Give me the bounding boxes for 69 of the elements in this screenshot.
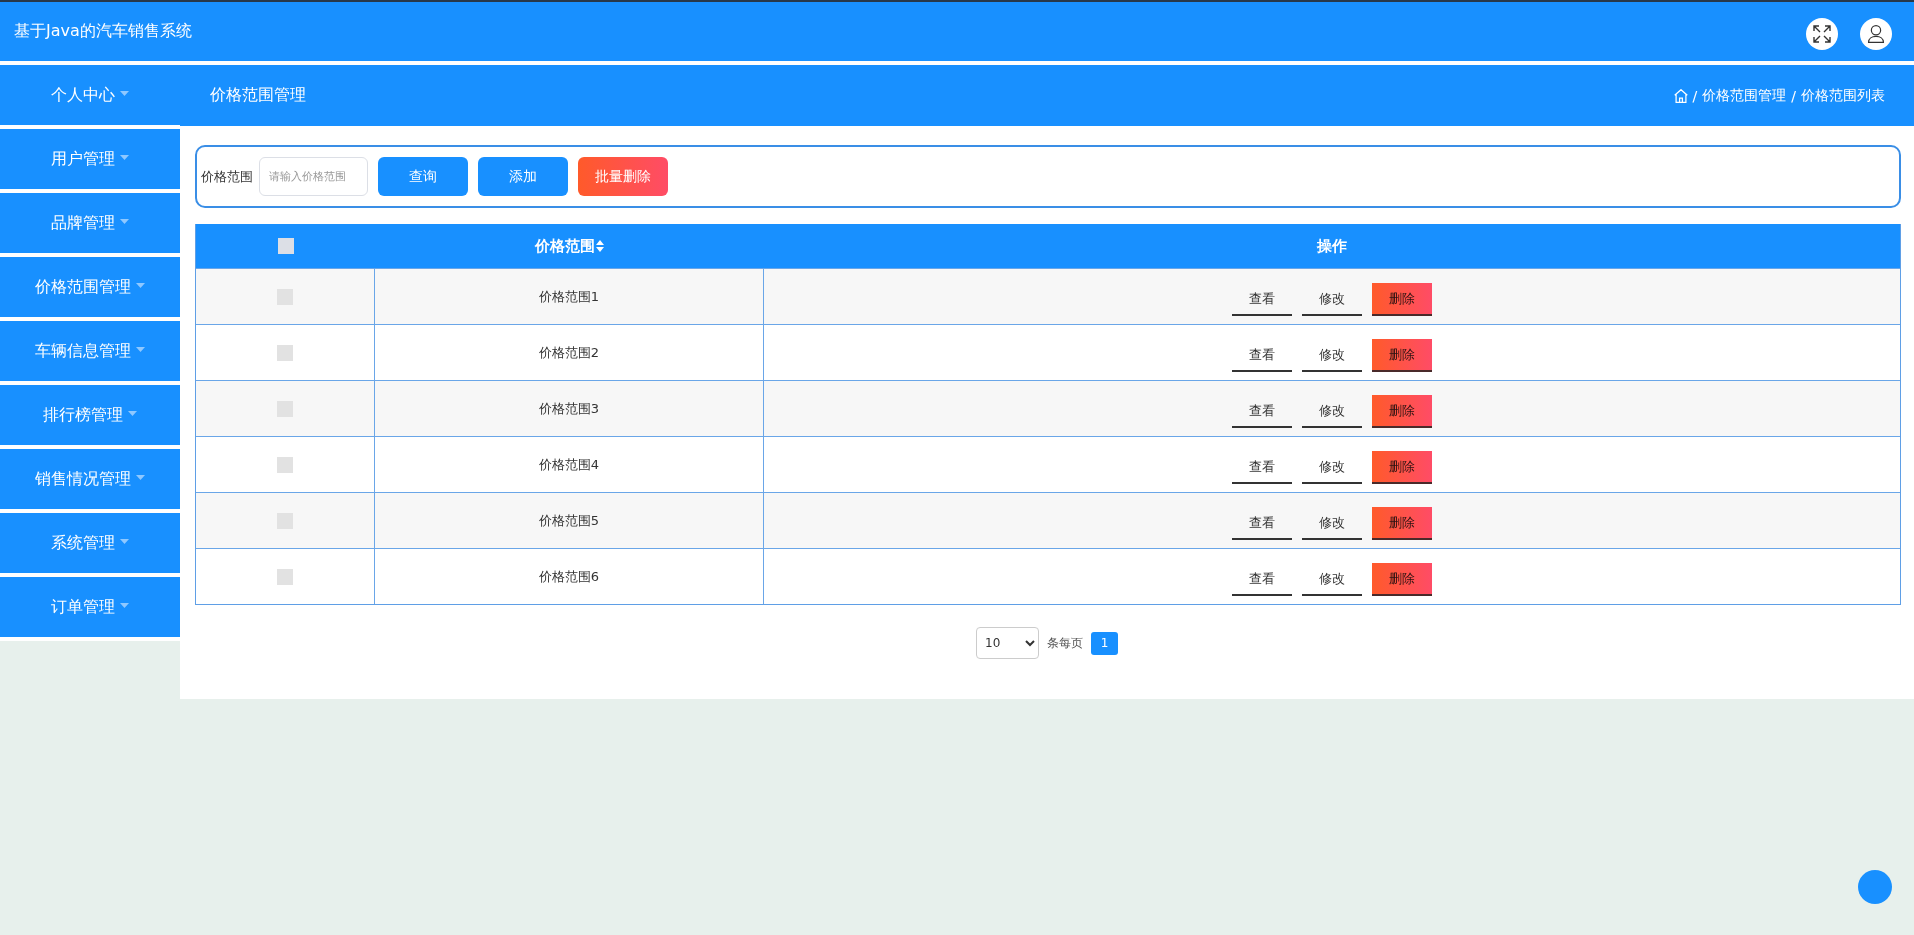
caret-icon: [136, 346, 145, 352]
caret-icon: [120, 154, 129, 160]
delete-button[interactable]: 删除: [1372, 451, 1432, 484]
delete-button[interactable]: 删除: [1372, 395, 1432, 428]
action-button[interactable]: 添加: [478, 157, 568, 196]
sort-icon[interactable]: [596, 240, 604, 252]
breadcrumb-separator: /: [1791, 87, 1796, 104]
caret-icon: [120, 602, 129, 608]
action-button[interactable]: 修改: [1302, 395, 1362, 428]
action-button[interactable]: 查看: [1232, 283, 1292, 316]
action-button[interactable]: 查看: [1232, 563, 1292, 596]
sidebar-item[interactable]: 排行榜管理: [0, 385, 180, 449]
app-title: 基于Java的汽车销售系统: [14, 21, 192, 42]
table-cell: 价格范围2: [538, 343, 600, 362]
sidebar-item[interactable]: 订单管理: [0, 577, 180, 641]
caret-icon: [128, 410, 137, 416]
checkbox[interactable]: [277, 238, 294, 254]
action-button[interactable]: 查看: [1232, 507, 1292, 540]
action-button[interactable]: 修改: [1302, 451, 1362, 484]
sidebar-item[interactable]: 个人中心: [0, 65, 180, 129]
page-title: 价格范围管理: [210, 85, 306, 106]
sidebar-item[interactable]: 车辆信息管理: [0, 321, 180, 385]
page-size-select[interactable]: 10: [976, 627, 1039, 659]
table-cell: 价格范围5: [538, 511, 600, 530]
sidebar-item[interactable]: 品牌管理: [0, 193, 180, 257]
page-size-label: 条每页: [1047, 634, 1083, 652]
expand-icon: [1813, 24, 1831, 43]
search-label: 价格范围: [201, 167, 253, 186]
floating-button[interactable]: [1858, 870, 1892, 904]
action-button[interactable]: 查看: [1232, 451, 1292, 484]
caret-icon: [120, 218, 129, 224]
delete-button[interactable]: 删除: [1372, 507, 1432, 540]
table-cell: 价格范围6: [538, 567, 600, 586]
table-cell: 价格范围1: [538, 287, 600, 306]
batch-delete-button[interactable]: 批量删除: [578, 157, 668, 196]
search-field[interactable]: 请输入价格范围: [259, 157, 368, 196]
sidebar-item[interactable]: 用户管理: [0, 129, 180, 193]
caret-icon: [136, 282, 145, 288]
checkbox[interactable]: [277, 344, 293, 361]
sidebar-item[interactable]: 系统管理: [0, 513, 180, 577]
checkbox[interactable]: [277, 568, 293, 585]
delete-button[interactable]: 删除: [1372, 563, 1432, 596]
sidebar-item[interactable]: 销售情况管理: [0, 449, 180, 513]
breadcrumb-link[interactable]: 价格范围管理: [1702, 86, 1787, 105]
action-button[interactable]: 修改: [1302, 339, 1362, 372]
delete-button[interactable]: 删除: [1372, 339, 1432, 372]
column-header: 操作: [1317, 236, 1347, 256]
user-button[interactable]: [1860, 17, 1892, 50]
page-button[interactable]: 1: [1091, 631, 1118, 655]
breadcrumb-separator: /: [1692, 87, 1698, 104]
action-button[interactable]: 查询: [378, 157, 468, 196]
caret-icon: [136, 474, 145, 480]
action-button[interactable]: 修改: [1302, 563, 1362, 596]
fullscreen-button[interactable]: [1806, 17, 1838, 50]
checkbox[interactable]: [277, 456, 293, 473]
table-cell: 价格范围4: [538, 455, 600, 474]
action-button[interactable]: 查看: [1232, 339, 1292, 372]
action-button[interactable]: 修改: [1302, 507, 1362, 540]
home-icon[interactable]: [1673, 88, 1688, 103]
sidebar-item[interactable]: 价格范围管理: [0, 257, 180, 321]
delete-button[interactable]: 删除: [1372, 283, 1432, 316]
caret-icon: [120, 538, 129, 544]
breadcrumb-current: 价格范围列表: [1801, 86, 1885, 105]
column-header: 价格范围: [535, 236, 595, 256]
action-button[interactable]: 修改: [1302, 283, 1362, 316]
user-icon: [1867, 24, 1885, 43]
action-button[interactable]: 查看: [1232, 395, 1292, 428]
table-cell: 价格范围3: [538, 399, 600, 418]
caret-icon: [120, 90, 129, 96]
